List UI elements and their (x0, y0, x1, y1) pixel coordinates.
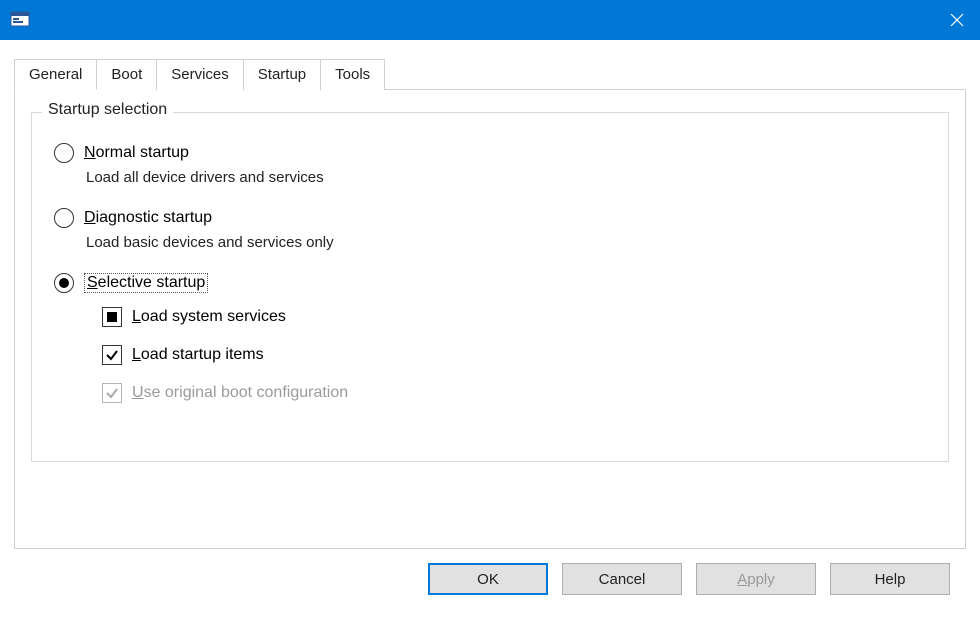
dialog-content: General Boot Services Startup Tools Star… (0, 40, 980, 595)
checkbox-label: Load startup items (132, 346, 264, 364)
radio-label: Selective startup (84, 273, 208, 293)
cancel-button[interactable]: Cancel (562, 563, 682, 595)
tab-strip: General Boot Services Startup Tools (14, 58, 966, 89)
checkbox-label: Use original boot configuration (132, 384, 348, 402)
diagnostic-startup-desc: Load basic devices and services only (86, 234, 930, 251)
close-button[interactable] (934, 0, 980, 40)
checkbox-icon (102, 345, 122, 365)
radio-icon (54, 208, 74, 228)
radio-icon (54, 143, 74, 163)
radio-normal-startup[interactable]: Normal startup (54, 143, 930, 163)
radio-icon (54, 273, 74, 293)
radio-label: Normal startup (84, 144, 189, 162)
titlebar (0, 0, 980, 40)
checkbox-load-system-services[interactable]: Load system services (102, 307, 930, 327)
selective-sub-options: Load system services Load startup items … (102, 307, 930, 403)
checkbox-label: Load system services (132, 308, 286, 326)
ok-button[interactable]: OK (428, 563, 548, 595)
tab-general[interactable]: General (14, 59, 97, 90)
tab-startup[interactable]: Startup (243, 59, 321, 90)
tab-services[interactable]: Services (156, 59, 244, 90)
checkbox-icon (102, 383, 122, 403)
apply-button: Apply (696, 563, 816, 595)
normal-startup-desc: Load all device drivers and services (86, 169, 930, 186)
help-button[interactable]: Help (830, 563, 950, 595)
tab-boot[interactable]: Boot (96, 59, 157, 90)
app-icon (8, 7, 34, 33)
group-title: Startup selection (42, 101, 173, 119)
radio-diagnostic-startup[interactable]: Diagnostic startup (54, 208, 930, 228)
tab-panel: Startup selection Normal startup Load al… (14, 89, 966, 549)
startup-selection-group: Startup selection Normal startup Load al… (31, 112, 949, 462)
tab-tools[interactable]: Tools (320, 59, 385, 90)
checkbox-use-original-boot: Use original boot configuration (102, 383, 930, 403)
radio-selective-startup[interactable]: Selective startup (54, 273, 930, 293)
checkbox-icon (102, 307, 122, 327)
checkbox-load-startup-items[interactable]: Load startup items (102, 345, 930, 365)
dialog-buttons: OK Cancel Apply Help (14, 549, 966, 595)
radio-label: Diagnostic startup (84, 209, 212, 227)
